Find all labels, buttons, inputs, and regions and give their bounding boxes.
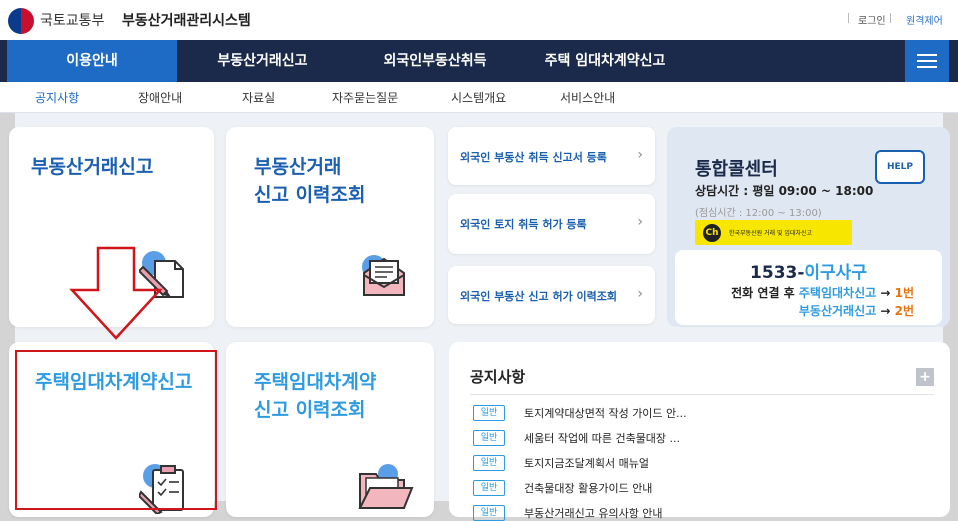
notice-badge: 일반 [473,405,505,421]
notice-item-title[interactable]: 건축물대장 활용가이드 안내 [524,480,652,496]
notice-item-title[interactable]: 부동산거래신고 유의사항 안내 [524,505,663,521]
card-title: 부동산거래 신고 이력조회 [254,156,366,206]
remote-control-link[interactable]: 원격제어 [906,12,943,27]
option-target: 부동산거래신고 [798,304,877,318]
chevron-right-icon: › [637,214,643,230]
subnav-system-overview[interactable]: 시스템개요 [451,89,506,106]
hamburger-menu-icon[interactable] [905,40,949,82]
chevron-right-icon: › [637,286,643,302]
chevron-right-icon: › [637,147,643,163]
notice-item-title[interactable]: 토지지금조달계획서 매뉴얼 [524,455,649,471]
notice-badge: 일반 [473,505,505,521]
notice-item-title[interactable]: 세움터 작업에 따른 건축물대장 ... [524,430,680,446]
notice-panel: 공지사항 + 일반 토지계약대상면적 작성 가이드 안... 일반 세움터 작업… [449,342,950,521]
down-arrow-icon [69,246,163,340]
notice-badge: 일반 [473,430,505,446]
sub-navigation: 공지사항 장애안내 자료실 자주묻는질문 시스템개요 서비스안내 [0,82,958,113]
subnav-faq[interactable]: 자주묻는질문 [332,89,398,106]
help-bubble-icon: HELP [875,150,925,184]
option-target: 주택임대차신고 [798,286,877,300]
gnb-item-foreign-acquisition[interactable]: 외국인부동산취득 [360,40,510,82]
subnav-library[interactable]: 자료실 [242,89,275,106]
folder-open-icon [358,464,414,509]
notice-badge: 일반 [473,480,505,496]
foreign-link-acquisition-report[interactable]: 외국인 부동산 취득 신고서 등록 › [448,127,655,185]
callcenter-option-realestate: 부동산거래신고 → 2번 [799,302,914,319]
phone-number: 1533- [750,263,805,283]
notice-more-button[interactable]: + [916,368,934,386]
card-title: 주택임대차계약 신고 이력조회 [254,371,377,421]
option-arrow: → [880,304,891,318]
notice-badge: 일반 [473,455,505,471]
ministry-logo-icon[interactable] [8,8,34,34]
card-lease-history[interactable]: 주택임대차계약 신고 이력조회 [226,342,434,517]
top-header: 국토교통부 부동산거래관리시스템 로그인 원격제어 [0,0,958,40]
gnb-item-guide[interactable]: 이용안내 [7,40,177,82]
option-prefix: 전화 연결 후 [731,286,795,300]
util-divider [848,13,849,23]
callcenter-phone: 1533-이구사구 [675,258,942,283]
highlight-box [15,350,217,510]
subnav-service-guide[interactable]: 서비스안내 [560,89,615,106]
callcenter-hours: 상담시간 : 평일 09:00 ~ 18:00 [695,184,874,198]
card-title: 부동산거래신고 [31,156,154,178]
callcenter-phone-box: 1533-이구사구 전화 연결 후 주택임대차신고 → 1번 부동산거래신고 →… [675,250,942,325]
kakao-channel-label: 한국부동산원 거래 및 임대차신고 [729,230,813,237]
mail-open-icon [362,255,405,296]
option-key: 2번 [894,304,914,318]
system-title[interactable]: 부동산거래관리시스템 [122,10,251,30]
subnav-outage[interactable]: 장애안내 [138,89,182,106]
kakao-channel-icon: Ch [703,224,721,242]
phone-word: 이구사구 [804,263,867,283]
login-link[interactable]: 로그인 [858,12,886,27]
subnav-notice[interactable]: 공지사항 [35,89,79,106]
callcenter-title: 통합콜센터 [695,159,778,180]
kakao-channel-button[interactable]: Ch 한국부동산원 거래 및 임대차신고 [695,220,852,245]
link-label: 외국인 토지 취득 허가 등록 [460,218,587,231]
link-label: 외국인 부동산 취득 신고서 등록 [460,151,607,164]
ministry-name[interactable]: 국토교통부 [40,10,104,30]
main-navigation: 이용안내 부동산거래신고 외국인부동산취득 주택 임대차계약신고 [0,40,958,82]
gnb-item-realestate-report[interactable]: 부동산거래신고 [190,40,335,82]
card-realestate-history[interactable]: 부동산거래 신고 이력조회 [226,127,434,327]
notice-title: 공지사항 [470,368,526,386]
util-divider [890,13,891,23]
callcenter-panel: 통합콜센터 상담시간 : 평일 09:00 ~ 18:00 (점심시간 : 12… [667,127,950,327]
option-arrow: → [880,286,891,300]
foreign-link-permit-history[interactable]: 외국인 부동산 신고 허가 이력조회 › [448,266,655,324]
notice-divider [470,394,934,395]
foreign-link-land-permit[interactable]: 외국인 토지 취득 허가 등록 › [448,194,655,254]
gnb-item-lease-report[interactable]: 주택 임대차계약신고 [530,40,680,82]
link-label: 외국인 부동산 신고 허가 이력조회 [460,290,617,303]
callcenter-lunch: (점심시간 : 12:00 ~ 13:00) [695,208,822,219]
notice-item-title[interactable]: 토지계약대상면적 작성 가이드 안... [524,405,687,421]
option-key: 1번 [894,286,914,300]
callcenter-option-lease: 전화 연결 후 주택임대차신고 → 1번 [731,284,914,301]
